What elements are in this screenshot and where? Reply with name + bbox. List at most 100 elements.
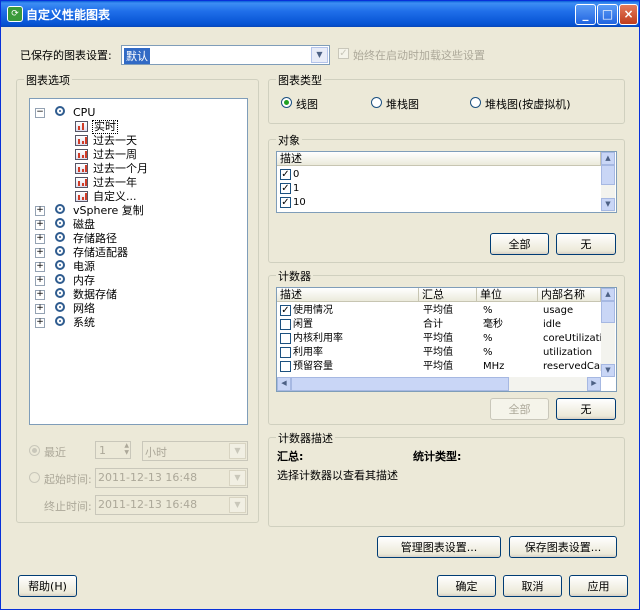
chevron-down-icon[interactable]: ▼ [229, 497, 246, 513]
counter-checkbox[interactable] [280, 333, 291, 344]
saved-settings-label: 已保存的图表设置: [20, 49, 112, 62]
line-chart-radio[interactable] [281, 97, 292, 108]
tree-item-label: 系统 [73, 316, 95, 329]
rollup-label: 汇总: [277, 450, 304, 463]
counter-icon [55, 218, 65, 228]
object-checkbox[interactable]: ✓ [280, 183, 291, 194]
tree-item-label: 存储路径 [73, 232, 117, 245]
collapse-icon[interactable]: − [35, 108, 45, 118]
expand-icon[interactable]: + [35, 248, 45, 258]
counters-all-button[interactable]: 全部 [490, 398, 549, 420]
recent-unit-select[interactable]: 小时 ▼ [142, 441, 248, 461]
counter-icon [55, 316, 65, 326]
chart-type-group: 图表类型 [268, 72, 625, 124]
end-time-field[interactable]: 2011-12-13 16:48 ▼ [95, 495, 248, 515]
scroll-down-icon[interactable]: ▼ [601, 364, 615, 377]
column-header-unit[interactable]: 单位 [477, 288, 538, 302]
scroll-thumb[interactable] [601, 301, 615, 323]
object-checkbox[interactable]: ✓ [280, 197, 291, 208]
counter-internal: idle [543, 319, 562, 330]
scroll-down-icon[interactable]: ▼ [601, 198, 615, 211]
counter-checkbox[interactable] [280, 347, 291, 358]
column-header-desc[interactable]: 描述 [277, 288, 419, 302]
tree-item-label: vSphere 复制 [73, 204, 144, 217]
objects-all-button[interactable]: 全部 [490, 233, 549, 255]
start-time-field[interactable]: 2011-12-13 16:48 ▼ [95, 468, 248, 488]
counter-checkbox[interactable] [280, 319, 291, 330]
close-button[interactable]: × [619, 4, 638, 25]
scroll-up-icon[interactable]: ▲ [601, 152, 615, 165]
counter-icon [55, 260, 65, 270]
scroll-right-icon[interactable]: ▶ [587, 377, 601, 391]
cancel-button[interactable]: 取消 [503, 575, 562, 597]
tree-item-label: 过去一个月 [93, 162, 148, 175]
scroll-thumb[interactable] [601, 165, 615, 185]
spin-arrows-icon[interactable]: ▲ ▼ [124, 442, 129, 456]
chart-icon [75, 177, 88, 188]
counters-table[interactable]: 描述 汇总 单位 内部名称 ✓ 使用情况 平均值 % usage 闲置 合计 毫… [276, 287, 617, 392]
counters-vscrollbar[interactable]: ▲ ▼ [601, 288, 615, 377]
tree-item-label: 电源 [73, 260, 95, 273]
tree-item-label: 网络 [73, 302, 95, 315]
counters-hscrollbar[interactable]: ◀ ▶ [277, 377, 601, 391]
counter-internal: utilization [543, 347, 593, 358]
load-on-startup-checkbox[interactable]: ✓ [338, 48, 349, 59]
counter-unit: % [483, 347, 493, 358]
line-chart-icon [75, 121, 88, 132]
recent-unit-value: 小时 [145, 446, 167, 459]
counter-internal: reservedCapa [543, 361, 601, 372]
tree-item-label: 过去一年 [93, 176, 137, 189]
start-time-radio[interactable] [29, 472, 40, 483]
stacked-chart-radio[interactable] [371, 97, 382, 108]
ok-button[interactable]: 确定 [437, 575, 496, 597]
chart-icon [75, 135, 88, 146]
scroll-thumb[interactable] [291, 377, 509, 391]
saved-settings-select[interactable]: 默认 ▼ [121, 45, 330, 65]
tree-item-label: 过去一天 [93, 134, 137, 147]
object-checkbox[interactable]: ✓ [280, 169, 291, 180]
chevron-down-icon[interactable]: ▼ [229, 470, 246, 486]
counter-desc: 利用率 [293, 347, 323, 358]
objects-list[interactable]: 描述 ✓ 0 ✓ 1 ✓ 10 ▲ ▼ [276, 151, 617, 213]
counter-checkbox[interactable]: ✓ [280, 305, 291, 316]
expand-icon[interactable]: + [35, 220, 45, 230]
expand-icon[interactable]: + [35, 206, 45, 216]
help-button[interactable]: 帮助(H) [18, 575, 77, 597]
scroll-left-icon[interactable]: ◀ [277, 377, 291, 391]
objects-none-button[interactable]: 无 [556, 233, 616, 255]
chevron-down-icon[interactable]: ▼ [229, 443, 246, 459]
counter-unit: MHz [483, 361, 505, 372]
column-header-rollup[interactable]: 汇总 [419, 288, 477, 302]
tree-item-label: CPU [73, 106, 96, 119]
counter-checkbox[interactable] [280, 361, 291, 372]
minimize-button[interactable]: _ [575, 4, 596, 25]
expand-icon[interactable]: + [35, 304, 45, 314]
expand-icon[interactable]: + [35, 262, 45, 272]
chevron-down-icon[interactable]: ▼ [311, 47, 328, 63]
scroll-up-icon[interactable]: ▲ [601, 288, 615, 301]
maximize-button[interactable]: □ [597, 4, 618, 25]
stacked-chart-label: 堆栈图 [386, 98, 419, 111]
counter-description-hint: 选择计数器以查看其描述 [277, 469, 398, 482]
recent-stepper[interactable]: 1 ▲ ▼ [95, 441, 131, 459]
expand-icon[interactable]: + [35, 234, 45, 244]
saved-settings-value: 默认 [124, 48, 150, 64]
counter-desc: 预留容量 [293, 361, 333, 372]
recent-radio[interactable] [29, 445, 40, 456]
save-chart-settings-button[interactable]: 保存图表设置... [509, 536, 617, 558]
counters-none-button[interactable]: 无 [556, 398, 616, 420]
object-label: 1 [293, 183, 300, 194]
recent-value: 1 [99, 444, 106, 457]
object-label: 0 [293, 169, 300, 180]
manage-chart-settings-button[interactable]: 管理图表设置... [377, 536, 501, 558]
metric-tree[interactable]: − CPU 实时 过去一天 过去一周 过去一个月 过去一年 自定义... + v… [29, 98, 248, 425]
column-header-desc[interactable]: 描述 [277, 152, 601, 166]
title-bar[interactable]: ⟳ 自定义性能图表 _ □ × [1, 1, 639, 27]
stacked-by-vm-radio[interactable] [470, 97, 481, 108]
expand-icon[interactable]: + [35, 318, 45, 328]
expand-icon[interactable]: + [35, 290, 45, 300]
apply-button[interactable]: 应用 [569, 575, 628, 597]
expand-icon[interactable]: + [35, 276, 45, 286]
objects-scrollbar[interactable]: ▲ ▼ [601, 152, 615, 212]
column-header-internal[interactable]: 内部名称 [538, 288, 601, 302]
